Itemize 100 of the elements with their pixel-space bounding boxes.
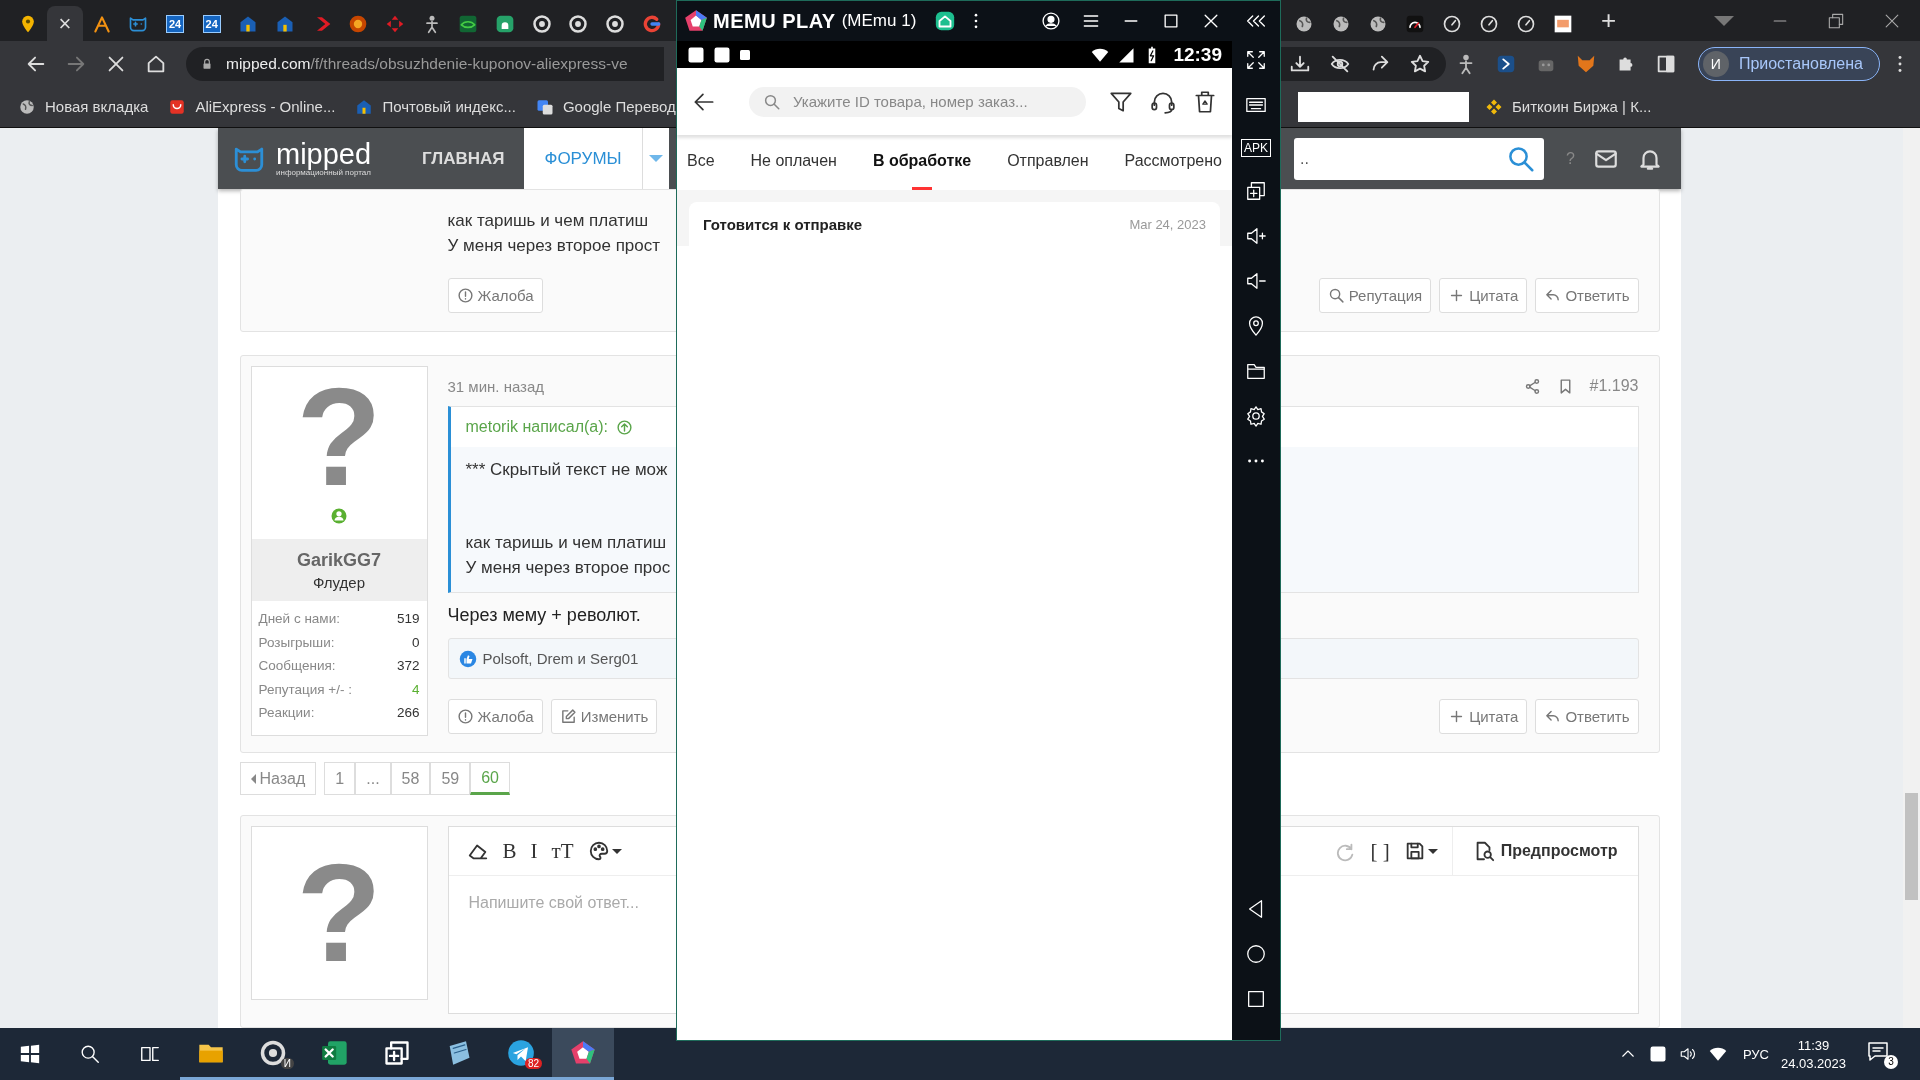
post-action-button[interactable]: Цитата <box>1439 278 1528 313</box>
post-text: У меня через второе прост <box>447 235 661 257</box>
windows-icon[interactable] <box>19 1043 41 1065</box>
taskbar-app[interactable] <box>552 1028 614 1080</box>
tagline: информационный портал <box>276 168 372 177</box>
browser-tab[interactable]: 24 <box>156 6 194 41</box>
order-card[interactable]: Готовится к отправке Mar 24, 2023 <box>689 202 1220 246</box>
multi-window-icon[interactable] <box>1245 180 1267 202</box>
format-button[interactable]: тT <box>551 838 574 864</box>
speedometer-icon <box>1404 13 1425 34</box>
bookmark[interactable]: Биткоин Биржа | К... <box>1485 97 1652 116</box>
username[interactable]: GarikGG7 <box>296 549 381 571</box>
eye-icon <box>458 13 479 34</box>
post-action-button[interactable]: Ответить <box>1535 278 1639 313</box>
edit-icon <box>559 708 577 725</box>
bookmark[interactable]: Новая вкладка <box>18 97 149 116</box>
order-tab[interactable]: Рассмотрено <box>1124 135 1222 190</box>
volume-up-icon[interactable] <box>1245 225 1267 247</box>
spreadsheet-icon <box>321 1038 349 1067</box>
previous-page-button[interactable]: Назад <box>239 762 317 795</box>
gauge-icon <box>1441 13 1462 34</box>
ring-logo-icon <box>531 13 552 34</box>
clock[interactable]: 11:39 24.03.2023 <box>1780 1037 1846 1071</box>
ring-logo-icon <box>568 13 589 34</box>
stat-label: Реакции: <box>258 705 315 721</box>
alert-icon <box>456 708 474 725</box>
post-action-button[interactable]: Репутация <box>1318 278 1432 313</box>
signal-icon <box>1117 45 1136 64</box>
user-title: Флудер <box>312 573 366 591</box>
browser-tab[interactable]: 24 <box>193 6 231 41</box>
stat-value: 372 <box>396 658 420 674</box>
stat-label: Сообщения: <box>258 658 336 674</box>
page-button[interactable]: 59 <box>430 762 471 795</box>
volume-down-icon[interactable] <box>1245 270 1267 292</box>
alert-icon <box>456 287 474 304</box>
page-button[interactable]: 58 <box>390 762 431 795</box>
post-action-button[interactable]: Жалоба <box>447 278 543 313</box>
nav-tab[interactable]: ГЛАВНАЯ <box>402 128 525 189</box>
page-button[interactable]: ... <box>355 762 391 795</box>
order-tab[interactable]: В обработке <box>872 135 972 190</box>
profile-button[interactable]: И Приостановлена <box>1697 46 1880 81</box>
close-glyph[interactable]: × <box>58 10 72 37</box>
new-tab-button[interactable]: + <box>1595 4 1623 37</box>
scrollbar-thumb[interactable] <box>1905 793 1918 900</box>
format-button[interactable]: I <box>530 838 538 864</box>
quote-text: У меня через второе прос <box>465 557 671 579</box>
post-action-button[interactable]: Цитата <box>1439 699 1528 734</box>
reaction-names[interactable]: Polsoft, Drem и Serg01 <box>482 650 639 667</box>
format-button[interactable]: B <box>502 838 517 864</box>
home-icon[interactable] <box>1245 943 1267 965</box>
recent-apps-icon[interactable] <box>1245 988 1267 1010</box>
page-button[interactable]: 1 <box>324 762 356 795</box>
language-indicator[interactable]: РУС <box>1742 1046 1769 1062</box>
square-icon <box>687 45 705 64</box>
search-field[interactable]: Укажите ID товара, номер заказ... <box>749 86 1086 117</box>
apk-button[interactable]: APK <box>1241 139 1271 157</box>
taskbar-app[interactable]: И <box>242 1028 304 1080</box>
quote-text: как таришь и чем платиш <box>465 532 667 554</box>
order-tab[interactable]: Не оплачен <box>750 135 837 190</box>
url-field[interactable]: mipped.com/f/threads/obsuzhdenie-kuponov-aliexpress-ve <box>186 46 664 81</box>
trash-icon[interactable] <box>1192 88 1218 115</box>
settings-icon[interactable] <box>1245 405 1267 427</box>
stat-value: 4 <box>412 681 420 697</box>
post-action-button[interactable]: Изменить <box>550 699 658 734</box>
palette-icon[interactable] <box>587 840 610 862</box>
pentagon-logo-icon <box>683 8 709 34</box>
star-icon[interactable] <box>1408 52 1431 75</box>
app-badge: И <box>280 1058 294 1069</box>
post-action-button[interactable]: Ответить <box>1535 699 1639 734</box>
quote-author[interactable]: metorik написал(а): <box>465 418 608 436</box>
speaker-icon[interactable] <box>1678 1045 1697 1063</box>
notifications-button[interactable]: 3 <box>1866 1039 1898 1069</box>
account-icon[interactable] <box>1041 11 1061 31</box>
square-icon[interactable] <box>1648 1045 1667 1063</box>
site-logo[interactable]: mipped <box>276 140 372 168</box>
home-app-icon[interactable] <box>934 10 957 32</box>
caret-icon[interactable] <box>1714 15 1734 26</box>
order-tab[interactable]: Отправлен <box>1007 135 1089 190</box>
nav-tab[interactable]: ФОРУМЫ <box>524 128 642 189</box>
post-action-button[interactable]: Жалоба <box>447 699 543 734</box>
order-status: Готовится к отправке <box>703 215 863 233</box>
browser-tab[interactable]: × <box>46 6 84 41</box>
post-number[interactable]: #1.193 <box>1589 377 1639 395</box>
post-time[interactable]: 31 мин. назад <box>447 377 545 395</box>
thumbnail-icon <box>1552 13 1573 34</box>
order-tab[interactable]: Все <box>687 135 715 190</box>
wifi-icon[interactable] <box>1708 1045 1727 1063</box>
status-time: 12:39 <box>1173 43 1222 66</box>
bookmark[interactable]: AliExpress - Online... <box>168 97 336 116</box>
page-button[interactable]: 60 <box>470 762 510 795</box>
gauge-icon <box>1478 13 1499 34</box>
fullscreen-icon[interactable] <box>1245 49 1267 71</box>
format-button[interactable]: [ ] <box>1370 838 1390 864</box>
bookmark[interactable]: Google Перевод <box>535 97 676 116</box>
scrollbar[interactable] <box>1903 128 1920 1028</box>
cross-arrows-icon <box>385 13 406 34</box>
search-field[interactable]: .. <box>1294 137 1545 180</box>
search-icon[interactable] <box>79 1043 101 1065</box>
avatar-placeholder[interactable]: ? <box>296 367 382 507</box>
bookmark[interactable]: Почтовый индекс... <box>355 97 516 116</box>
